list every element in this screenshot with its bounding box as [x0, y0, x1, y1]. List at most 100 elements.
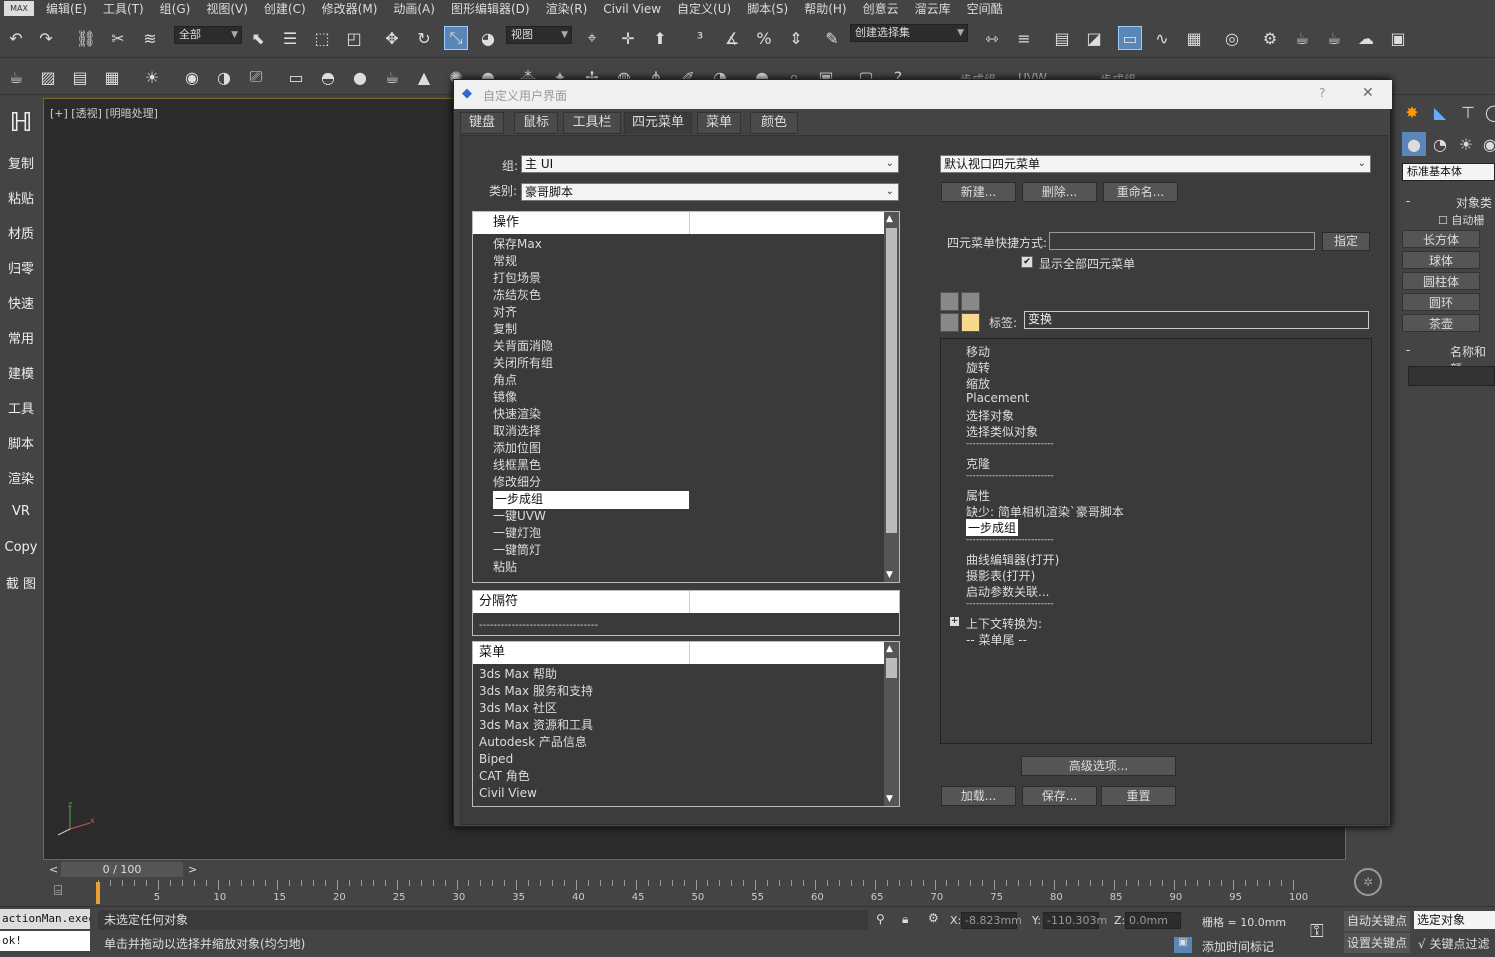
sidebar-copy-en[interactable]: Copy	[0, 540, 42, 555]
tab-menus[interactable]: 菜单	[697, 112, 741, 134]
set-key-icon[interactable]: ⚿	[1310, 921, 1324, 942]
menu-list-item[interactable]: Biped	[479, 751, 513, 768]
menu-space-cool[interactable]: 空间酷	[959, 0, 1011, 17]
action-item[interactable]: 角点	[493, 372, 517, 389]
action-item[interactable]: 一键UVW	[493, 508, 546, 525]
grid-icon[interactable]: ▦	[100, 65, 124, 89]
menus-scroll-up-icon[interactable]: ▲	[886, 644, 893, 654]
create-tab-icon[interactable]: ✸	[1400, 100, 1424, 124]
place-icon[interactable]: ◕	[476, 26, 500, 50]
menus-scrollbar[interactable]: ▲ ▼	[884, 642, 899, 806]
quad-menu-item[interactable]: 曲线编辑器(打开)	[966, 551, 1059, 568]
app-logo[interactable]: MAX	[4, 1, 34, 16]
shapes-icon[interactable]: ◔	[1428, 132, 1452, 156]
sidebar-vr[interactable]: VR	[0, 504, 42, 519]
sidebar-render[interactable]: 渲染	[0, 468, 42, 487]
y-coordinate[interactable]: -110.303m	[1043, 912, 1107, 929]
reset-button[interactable]: 重置	[1101, 786, 1176, 806]
action-item[interactable]: 一键筒灯	[493, 542, 541, 559]
quad-menu-item[interactable]: 选择对象	[966, 407, 1014, 424]
geometry-icon[interactable]: ●	[1402, 132, 1426, 156]
sidebar-tools[interactable]: 工具	[0, 398, 42, 417]
track-bar[interactable]: 5 10 15 20 25 30 35 40 45 50 55 60 65 70 75 80 85 90 95 100	[96, 880, 1308, 906]
maxscript-output[interactable]: ok!	[0, 931, 90, 951]
quad-menu-item[interactable]: 摄影表(打开)	[966, 567, 1035, 584]
separator-list[interactable]: 分隔符 ---------------------------------	[472, 590, 900, 636]
lights-icon[interactable]: ☀	[1454, 132, 1478, 156]
frame-slider[interactable]: 0 / 100	[61, 862, 183, 877]
align-icon[interactable]: ≡	[1012, 26, 1036, 50]
quad-menu-item[interactable]: 克隆	[966, 455, 990, 472]
sphere-icon[interactable]: ●	[348, 65, 372, 89]
render-production-icon[interactable]: ☕	[1322, 26, 1346, 50]
delete-button[interactable]: 删除...	[1022, 182, 1097, 202]
quad-menu-item[interactable]: 启动参数关联...	[966, 583, 1049, 600]
menu-rendering[interactable]: 渲染(R)	[538, 0, 596, 17]
reference-coord-dropdown[interactable]: 视图 ▼	[506, 26, 572, 44]
quad-bottom-right-active[interactable]	[961, 313, 980, 332]
percent-snap-icon[interactable]: %	[752, 26, 776, 50]
actions-scrollbar[interactable]: ▲ ▼	[884, 212, 899, 582]
quad-menu-item[interactable]: 上下文转换为:	[966, 615, 1042, 632]
tab-mouse[interactable]: 鼠标	[514, 112, 558, 134]
camera-icon[interactable]: ◉	[180, 65, 204, 89]
quad-menu-item[interactable]: 移动	[966, 343, 990, 360]
action-item[interactable]: 打包场景	[493, 270, 541, 287]
menu-list-item[interactable]: CAT 角色	[479, 768, 530, 785]
menu-customize[interactable]: 自定义(U)	[669, 0, 739, 17]
viewport-label[interactable]: [+] [透视] [明暗处理]	[50, 105, 158, 121]
autogrid-checkbox[interactable]: ☐ 自动栅	[1438, 212, 1484, 228]
advanced-options-button[interactable]: 高级选项...	[1021, 756, 1176, 776]
undo-icon[interactable]: ↶	[4, 26, 28, 50]
action-item[interactable]: 一步成组	[493, 491, 689, 509]
link-icon[interactable]: ⛓	[74, 26, 98, 50]
menu-civil-view[interactable]: Civil View	[595, 2, 669, 16]
tab-colors[interactable]: 颜色	[750, 112, 798, 134]
sidebar-modeling[interactable]: 建模	[0, 363, 42, 382]
menus-scroll-down-icon[interactable]: ▼	[886, 794, 893, 804]
tab-toolbars[interactable]: 工具栏	[563, 112, 621, 134]
selected-object-dropdown[interactable]: 选定对象	[1414, 911, 1495, 929]
sidebar-screenshot[interactable]: 截 图	[0, 573, 42, 592]
menu-create[interactable]: 创建(C)	[256, 0, 314, 17]
menu-cloud-library[interactable]: 溜云库	[907, 0, 959, 17]
teapot-icon[interactable]: ☕	[4, 65, 28, 89]
bind-space-warp-icon[interactable]: ≋	[138, 26, 162, 50]
move-icon[interactable]: ✥	[380, 26, 404, 50]
separator-header[interactable]: 分隔符	[473, 591, 689, 613]
quad-menu-dropdown[interactable]: 默认视口四元菜单 ⌄	[940, 155, 1371, 173]
prev-frame-icon[interactable]: <	[49, 863, 58, 876]
sidebar-paste[interactable]: 粘贴	[0, 188, 42, 207]
hemisphere-icon[interactable]: ◓	[316, 65, 340, 89]
mini-curve-editor-icon[interactable]: ⌸	[54, 883, 62, 899]
tab-quad-menus[interactable]: 四元菜单	[624, 112, 692, 134]
snaps-toggle-icon[interactable]: ³	[688, 26, 712, 50]
light-icon[interactable]: ☀	[140, 65, 164, 89]
next-frame-icon[interactable]: >	[188, 863, 197, 876]
absolute-mode-icon[interactable]: ⚙	[928, 911, 939, 925]
category-dropdown[interactable]: 豪哥脚本 ⌄	[521, 183, 899, 201]
plane-icon[interactable]: ▭	[284, 65, 308, 89]
select-by-name-icon[interactable]: ☰	[278, 26, 302, 50]
torus-button[interactable]: 圆环	[1402, 293, 1480, 311]
quad-menu-item[interactable]: ---------------------------	[966, 535, 1054, 545]
menus-header[interactable]: 菜单	[473, 642, 689, 664]
rect-selection-icon[interactable]: ⬚	[310, 26, 334, 50]
action-item[interactable]: 线框黑色	[493, 457, 541, 474]
quad-top-right[interactable]	[961, 292, 980, 311]
quad-menu-item[interactable]: 一步成组	[966, 519, 1019, 536]
action-item[interactable]: 常规	[493, 253, 517, 270]
close-icon[interactable]: ✕	[1362, 85, 1374, 101]
show-all-checkbox[interactable]: ✔	[1021, 256, 1033, 268]
window-crossing-icon[interactable]: ◰	[342, 26, 366, 50]
menu-list-item[interactable]: 3ds Max 社区	[479, 700, 557, 717]
menu-animation[interactable]: 动画(A)	[385, 0, 443, 17]
group-dropdown[interactable]: 主 UI ⌄	[521, 155, 899, 173]
teapot-object-icon[interactable]: ☕	[380, 65, 404, 89]
sphere-half-icon[interactable]: ◑	[212, 65, 236, 89]
sidebar-scripts[interactable]: 脚本	[0, 433, 42, 452]
named-selection-dropdown[interactable]: 创建选择集 ▼	[850, 24, 968, 42]
add-time-tag[interactable]: 添加时间标记	[1202, 938, 1274, 955]
action-item[interactable]: 快速渲染	[493, 406, 541, 423]
quad-menu-item[interactable]: 选择类似对象	[966, 423, 1038, 440]
